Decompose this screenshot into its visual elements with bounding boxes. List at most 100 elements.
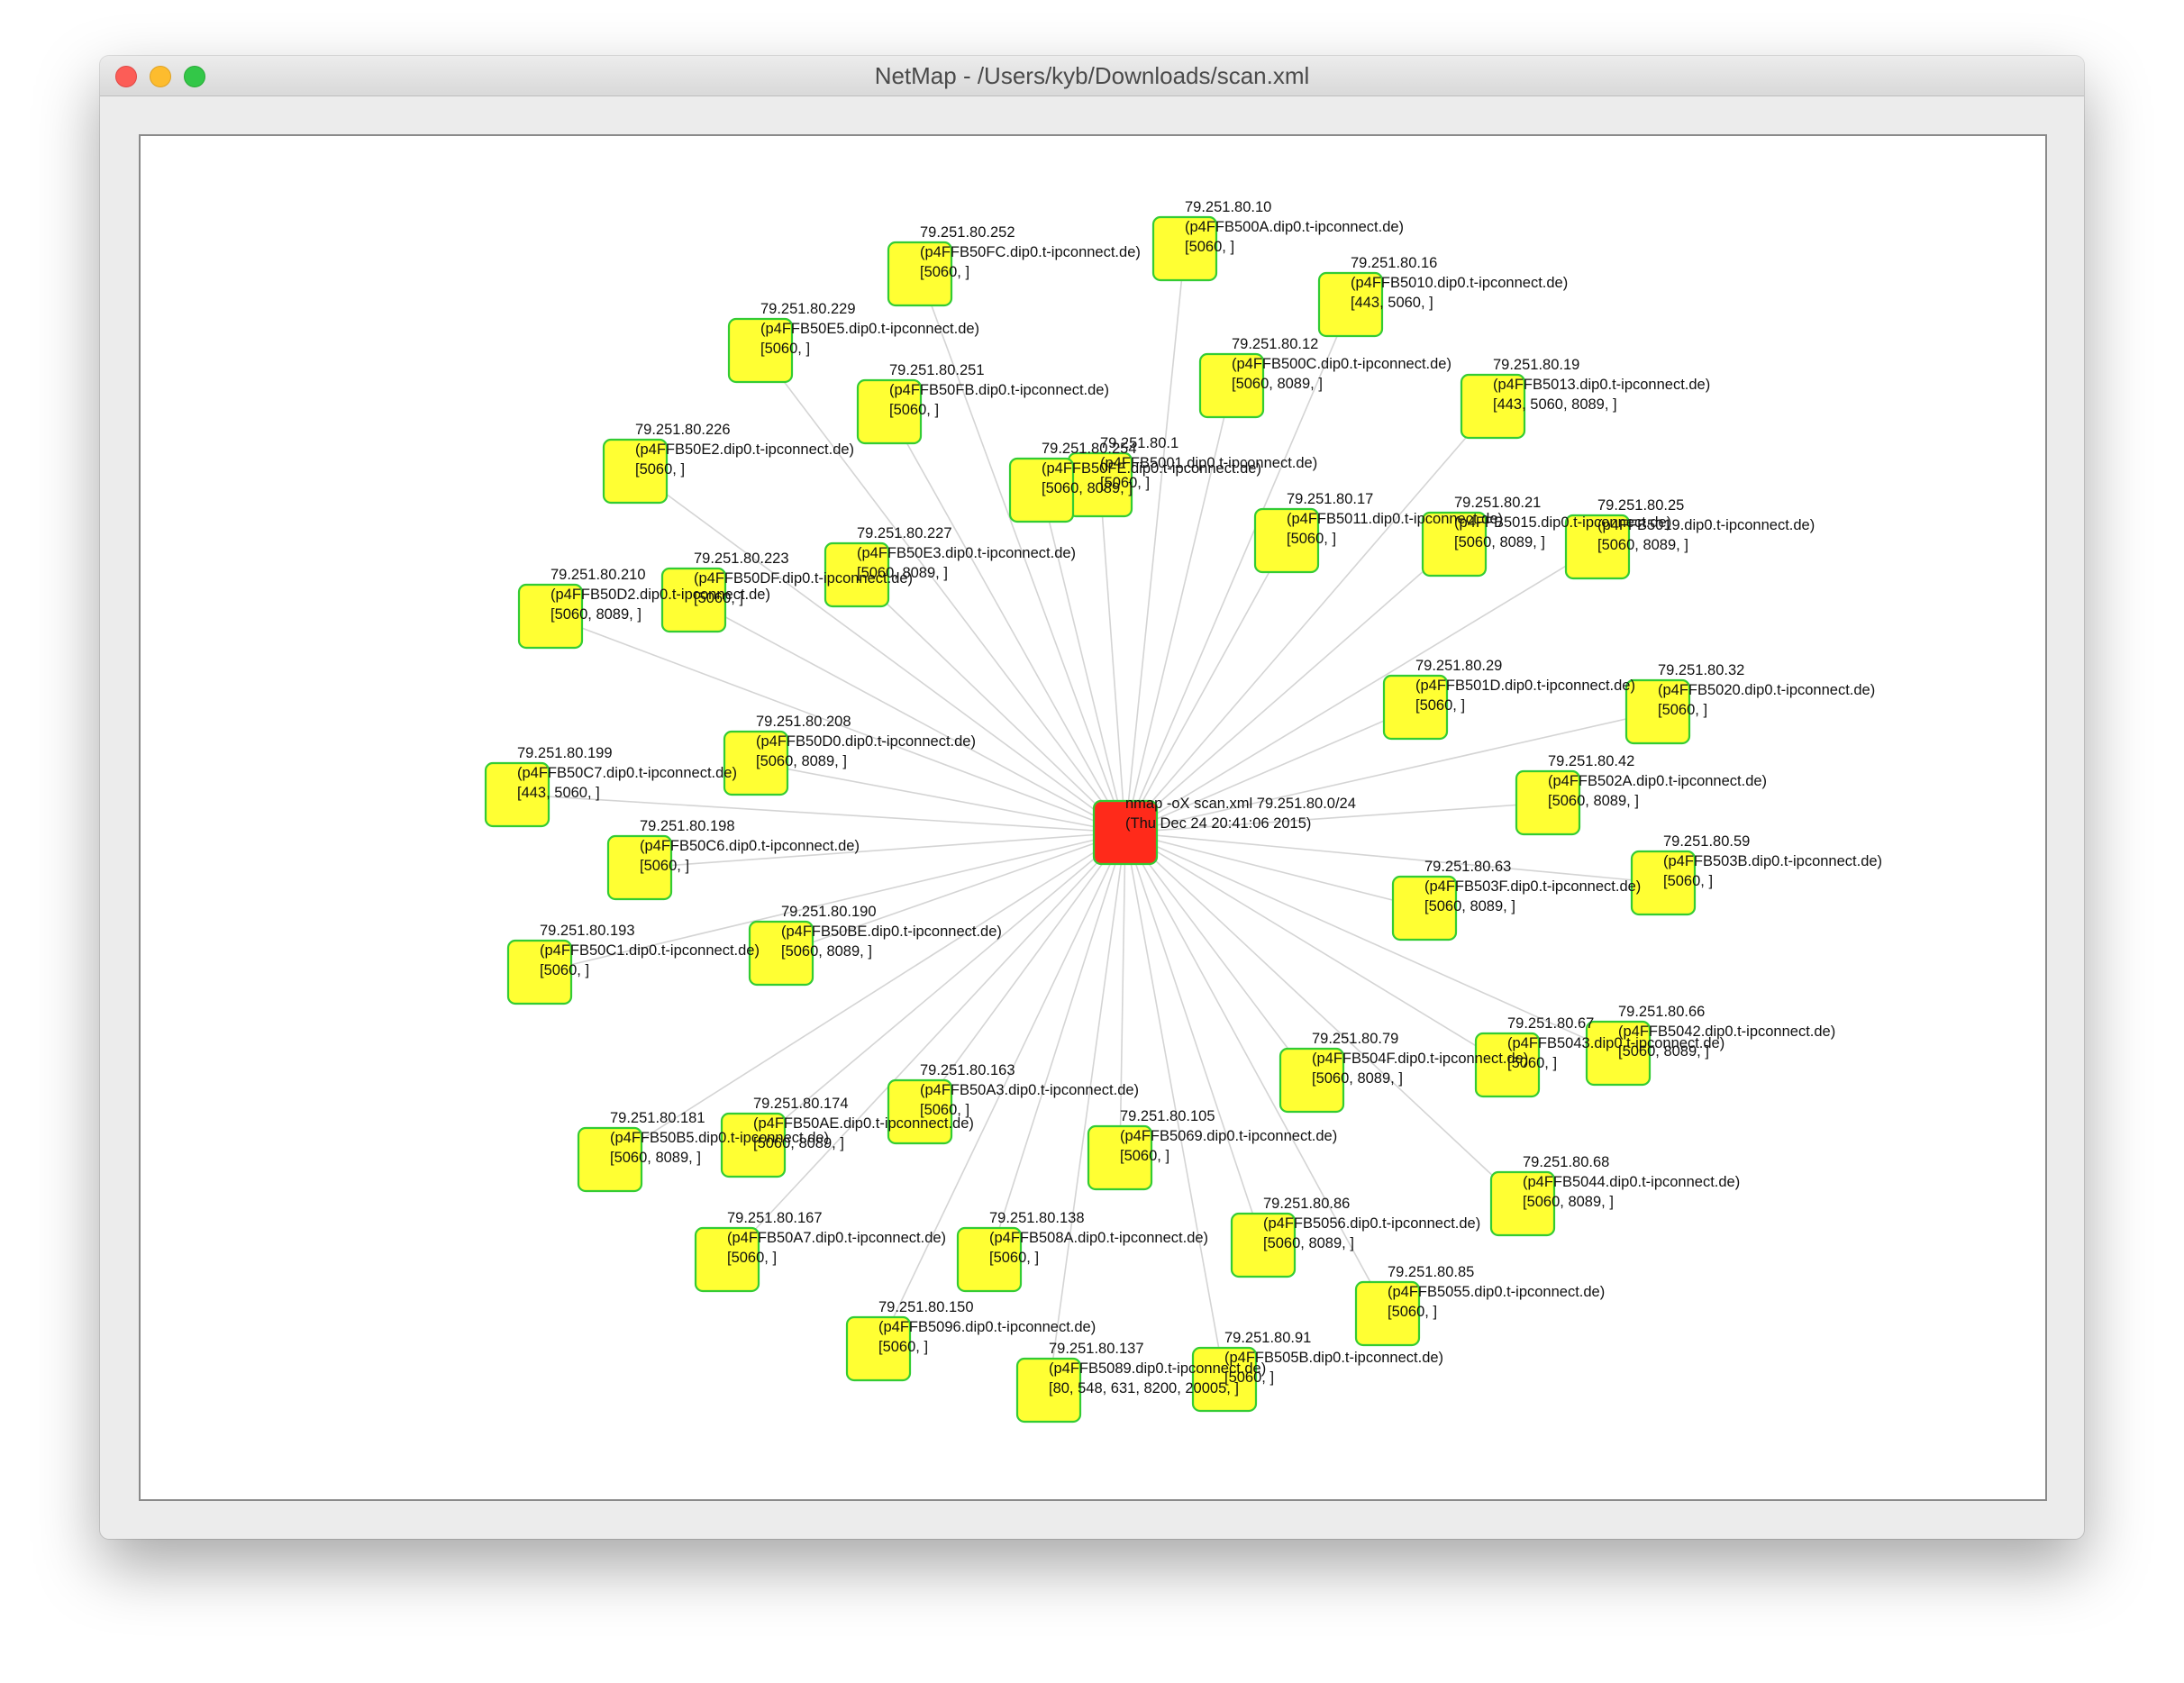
edge-line [1124, 706, 1416, 833]
host-ip-label: 79.251.80.138 [989, 1210, 1085, 1226]
host-ports-label: [80, 548, 631, 8200, 20005, ] [1049, 1380, 1239, 1396]
host-name-label: (p4FFB50DF.dip0.t-ipconnect.de) [694, 570, 913, 587]
host-name-label: (p4FFB5010.dip0.t-ipconnect.de) [1351, 275, 1568, 291]
edge-line [1124, 832, 1664, 884]
host-ip-label: 79.251.80.63 [1424, 859, 1511, 875]
host-ip-label: 79.251.80.199 [517, 745, 613, 761]
host-ports-label: [5060, ] [1415, 697, 1465, 714]
host-ip-label: 79.251.80.208 [756, 714, 851, 730]
host-ip-label: 79.251.80.29 [1415, 658, 1502, 674]
host-ports-label: [5060, ] [1224, 1369, 1274, 1386]
host-name-label: (p4FFB503B.dip0.t-ipconnect.de) [1663, 853, 1882, 869]
host-ip-label: 79.251.80.210 [551, 567, 646, 583]
host-ip-label: 79.251.80.223 [694, 550, 789, 567]
host-ip-label: 79.251.80.91 [1224, 1330, 1311, 1346]
host-ports-label: [443, 5060, ] [517, 785, 600, 801]
host-ip-label: 79.251.80.79 [1312, 1031, 1398, 1047]
host-name-label: (p4FFB500A.dip0.t-ipconnect.de) [1185, 219, 1404, 235]
host-ip-label: 79.251.80.68 [1523, 1154, 1609, 1170]
host-ports-label: [5060, ] [635, 461, 685, 478]
host-ports-label: [5060, ] [889, 402, 939, 418]
host-ip-label: 79.251.80.25 [1597, 497, 1684, 514]
host-name-label: (p4FFB50E5.dip0.t-ipconnect.de) [760, 321, 979, 337]
host-ports-label: [5060, ] [920, 264, 969, 280]
host-name-label: (p4FFB505B.dip0.t-ipconnect.de) [1224, 1350, 1443, 1366]
edge-line [1124, 832, 1313, 1081]
host-ip-label: 79.251.80.227 [857, 525, 952, 541]
host-ports-label: [443, 5060, 8089, ] [1493, 396, 1617, 413]
host-ip-label: 79.251.80.67 [1507, 1015, 1594, 1032]
host-name-label: (p4FFB50FC.dip0.t-ipconnect.de) [920, 244, 1141, 260]
edge-line [856, 574, 1126, 833]
host-ip-label: 79.251.80.19 [1493, 357, 1579, 373]
host-name-label: (p4FFB50B5.dip0.t-ipconnect.de) [610, 1130, 829, 1146]
host-name-label: (p4FFB500C.dip0.t-ipconnect.de) [1232, 356, 1451, 372]
host-ip-label: 79.251.80.17 [1287, 491, 1373, 507]
host-ports-label: [5060, 8089, ] [610, 1150, 701, 1166]
host-ip-label: 79.251.80.21 [1454, 495, 1541, 511]
host-ip-label: 79.251.80.66 [1618, 1004, 1705, 1020]
host-ports-label: [5060, 8089, ] [1424, 898, 1515, 914]
root-date-label: (Thu Dec 24 20:41:06 2015) [1125, 815, 1311, 832]
host-name-label: (p4FFB5044.dip0.t-ipconnect.de) [1523, 1174, 1740, 1190]
host-ports-label: [5060, ] [1663, 873, 1713, 889]
network-graph[interactable]: 79.251.80.10 (p4FFB500A.dip0.t-ipconnect.… [141, 136, 2045, 1499]
host-ip-label: 79.251.80.181 [610, 1110, 705, 1126]
host-ip-label: 79.251.80.59 [1663, 833, 1750, 850]
host-ip-label: 79.251.80.32 [1658, 662, 1744, 678]
host-name-label: (p4FFB5056.dip0.t-ipconnect.de) [1263, 1215, 1480, 1232]
host-ports-label: [5060, ] [1658, 702, 1707, 718]
app-window: NetMap - /Users/kyb/Downloads/scan.xml 7… [100, 56, 2084, 1539]
host-ip-label: 79.251.80.167 [727, 1210, 823, 1226]
title-bar[interactable]: NetMap - /Users/kyb/Downloads/scan.xml [100, 56, 2084, 96]
host-name-label: (p4FFB50D0.dip0.t-ipconnect.de) [756, 733, 976, 750]
host-ip-label: 79.251.80.190 [781, 904, 877, 920]
host-name-label: (p4FFB5020.dip0.t-ipconnect.de) [1658, 682, 1875, 698]
host-name-label: (p4FFB50A7.dip0.t-ipconnect.de) [727, 1230, 946, 1246]
host-name-label: (p4FFB508A.dip0.t-ipconnect.de) [989, 1230, 1208, 1246]
host-name-label: (p4FFB5069.dip0.t-ipconnect.de) [1120, 1128, 1337, 1144]
host-ports-label: [5060, 8089, ] [781, 943, 872, 960]
host-ports-label: [5060, 8089, ] [1042, 480, 1133, 496]
window-title: NetMap - /Users/kyb/Downloads/scan.xml [874, 62, 1310, 89]
edge-line [1124, 385, 1233, 833]
edge-line [1124, 248, 1186, 833]
host-ip-label: 79.251.80.229 [760, 301, 856, 317]
host-name-label: (p4FFB50E2.dip0.t-ipconnect.de) [635, 441, 854, 458]
host-ports-label: [443, 5060, ] [1351, 295, 1433, 311]
host-ports-label: [5060, ] [540, 962, 589, 978]
host-ports-label: [5060, 8089, ] [1232, 376, 1323, 392]
host-ip-label: 79.251.80.12 [1232, 336, 1318, 352]
host-name-label: (p4FFB5055.dip0.t-ipconnect.de) [1388, 1284, 1605, 1300]
host-ports-label: [5060, 8089, ] [1312, 1070, 1403, 1087]
host-ip-label: 79.251.80.193 [540, 923, 635, 939]
host-ip-label: 79.251.80.252 [920, 224, 1015, 241]
network-map-canvas[interactable]: 79.251.80.10 (p4FFB500A.dip0.t-ipconnect.… [139, 134, 2047, 1501]
host-ip-label: 79.251.80.86 [1263, 1196, 1350, 1212]
edge-line [1124, 832, 1425, 909]
host-ip-label: 79.251.80.16 [1351, 255, 1437, 271]
host-ports-label: [5060, ] [1185, 239, 1234, 255]
host-ports-label: [5060, 8089, ] [1454, 534, 1545, 550]
edge-line [1124, 540, 1288, 833]
host-ip-label: 79.251.80.85 [1388, 1264, 1474, 1280]
host-ports-label: [5060, ] [989, 1250, 1039, 1266]
host-name-label: (p4FFB5096.dip0.t-ipconnect.de) [878, 1319, 1096, 1335]
host-ip-label: 79.251.80.105 [1120, 1108, 1215, 1124]
host-name-label: (p4FFB50C1.dip0.t-ipconnect.de) [540, 942, 760, 959]
host-name-label: (p4FFB50FB.dip0.t-ipconnect.de) [889, 382, 1109, 398]
host-name-label: (p4FFB50BE.dip0.t-ipconnect.de) [781, 923, 1002, 940]
host-ip-label: 79.251.80.150 [878, 1299, 974, 1315]
host-name-label: (p4FFB504F.dip0.t-ipconnect.de) [1312, 1051, 1528, 1067]
edge-line [988, 832, 1126, 1260]
host-ip-label: 79.251.80.137 [1049, 1341, 1144, 1357]
host-ip-label: 79.251.80.42 [1548, 753, 1634, 769]
edge-line [755, 762, 1126, 833]
host-name-label: (p4FFB503F.dip0.t-ipconnect.de) [1424, 878, 1641, 895]
host-ports-label: [5060, ] [727, 1250, 777, 1266]
host-ports-label: [5060, ] [1120, 1148, 1169, 1164]
edge-line [726, 832, 1126, 1260]
host-ip-label: 79.251.80.226 [635, 422, 731, 438]
edge-line [516, 794, 1126, 833]
host-ports-label: [5060, 8089, ] [756, 753, 847, 769]
